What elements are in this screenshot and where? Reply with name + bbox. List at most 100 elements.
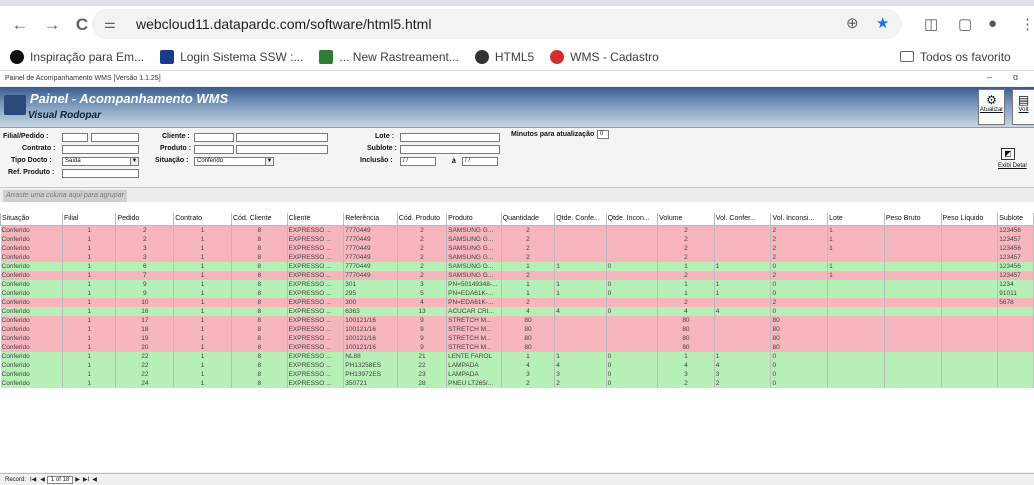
table-cell[interactable]: 8: [231, 288, 288, 298]
table-cell[interactable]: Conferido: [0, 243, 63, 253]
table-cell[interactable]: 1: [173, 369, 232, 379]
column-header[interactable]: Situação: [0, 213, 63, 226]
minutos-input[interactable]: 0: [597, 130, 609, 139]
table-cell[interactable]: 350721: [343, 378, 398, 388]
table-cell[interactable]: 100121/16: [343, 324, 398, 334]
table-cell[interactable]: 80: [770, 324, 829, 334]
table-cell[interactable]: 8: [231, 378, 288, 388]
table-cell[interactable]: 80: [501, 342, 556, 352]
table-cell[interactable]: 8: [231, 333, 288, 343]
table-cell[interactable]: 1: [62, 234, 117, 244]
table-cell[interactable]: 1: [554, 261, 607, 271]
table-cell[interactable]: [884, 369, 942, 379]
table-cell[interactable]: 1: [62, 324, 117, 334]
table-row[interactable]: Conferido 1 19 1 8 EXPRESSO ... 100121/16 9 STRE…: [0, 333, 1034, 343]
table-row[interactable]: Conferido 1 20 1 8 EXPRESSO ... 100121/16 9 STRE…: [0, 342, 1034, 352]
table-cell[interactable]: 9: [115, 288, 175, 298]
table-cell[interactable]: 8: [231, 234, 288, 244]
table-cell[interactable]: 8: [231, 243, 288, 253]
table-cell[interactable]: Conferido: [0, 270, 63, 280]
zoom-icon[interactable]: ⊕: [846, 14, 859, 32]
table-cell[interactable]: 1: [173, 324, 232, 334]
table-cell[interactable]: 0: [770, 369, 829, 379]
table-cell[interactable]: LAMPADA: [446, 369, 502, 379]
table-cell[interactable]: [554, 243, 607, 253]
table-cell[interactable]: EXPRESSO ...: [287, 270, 345, 280]
table-cell[interactable]: 8: [231, 315, 288, 325]
table-cell[interactable]: 4: [501, 306, 556, 316]
table-row[interactable]: Conferido 1 22 1 8 EXPRESSO ... PH13258ES 22 LAM…: [0, 360, 1034, 370]
table-cell[interactable]: 8: [231, 261, 288, 271]
table-cell[interactable]: [714, 324, 772, 334]
table-cell[interactable]: PH13972ES: [343, 369, 398, 379]
table-cell[interactable]: [827, 306, 885, 316]
table-cell[interactable]: 80: [501, 315, 556, 325]
table-cell[interactable]: [884, 243, 942, 253]
table-cell[interactable]: [714, 270, 772, 280]
table-cell[interactable]: 1: [554, 279, 607, 289]
table-cell[interactable]: [827, 360, 885, 370]
table-cell[interactable]: Conferido: [0, 225, 63, 235]
table-cell[interactable]: [884, 315, 942, 325]
table-cell[interactable]: [827, 279, 885, 289]
table-cell[interactable]: 1: [62, 369, 117, 379]
table-cell[interactable]: 8: [231, 369, 288, 379]
table-cell[interactable]: 0: [606, 360, 659, 370]
column-header[interactable]: Contrato: [173, 213, 232, 226]
table-cell[interactable]: 2: [501, 243, 556, 253]
table-cell[interactable]: 295: [343, 288, 398, 298]
table-cell[interactable]: EXPRESSO ...: [287, 324, 345, 334]
table-cell[interactable]: 100121/16: [343, 333, 398, 343]
table-cell[interactable]: [827, 288, 885, 298]
table-cell[interactable]: 80: [657, 342, 715, 352]
table-cell[interactable]: 13: [397, 306, 448, 316]
table-cell[interactable]: EXPRESSO ...: [287, 342, 345, 352]
table-cell[interactable]: [941, 369, 999, 379]
bookmark-folder[interactable]: Todos os favorito: [900, 50, 1011, 64]
table-cell[interactable]: [997, 360, 1034, 370]
table-cell[interactable]: 0: [606, 351, 659, 361]
table-cell[interactable]: 100121/16: [343, 342, 398, 352]
table-cell[interactable]: 0: [770, 288, 829, 298]
table-cell[interactable]: 3: [501, 369, 556, 379]
table-cell[interactable]: [941, 270, 999, 280]
table-cell[interactable]: 4: [397, 297, 448, 307]
table-cell[interactable]: 1: [62, 252, 117, 262]
table-cell[interactable]: 1: [62, 225, 117, 235]
table-cell[interactable]: [606, 297, 659, 307]
table-cell[interactable]: 1: [173, 306, 232, 316]
table-cell[interactable]: 0: [606, 279, 659, 289]
table-cell[interactable]: 123457: [997, 252, 1034, 262]
table-cell[interactable]: Conferido: [0, 351, 63, 361]
table-cell[interactable]: [941, 297, 999, 307]
table-cell[interactable]: 22: [397, 360, 448, 370]
bookmark-item[interactable]: ... New Rastreament...: [319, 49, 459, 64]
table-cell[interactable]: 1: [173, 225, 232, 235]
table-cell[interactable]: 1: [554, 288, 607, 298]
table-cell[interactable]: 80: [501, 324, 556, 334]
table-cell[interactable]: SAMSUNG G...: [446, 270, 502, 280]
table-cell[interactable]: 7: [115, 270, 175, 280]
table-cell[interactable]: 8: [231, 270, 288, 280]
table-cell[interactable]: LENTE FAROL: [446, 351, 502, 361]
table-cell[interactable]: [884, 261, 942, 271]
table-cell[interactable]: 2: [501, 252, 556, 262]
table-cell[interactable]: 301: [343, 279, 398, 289]
table-cell[interactable]: [554, 342, 607, 352]
column-header[interactable]: Qtde. Confe...: [554, 213, 607, 226]
table-cell[interactable]: 9: [397, 315, 448, 325]
table-cell[interactable]: 1: [173, 288, 232, 298]
table-cell[interactable]: [997, 315, 1034, 325]
table-cell[interactable]: 1: [173, 261, 232, 271]
table-cell[interactable]: 7770449: [343, 261, 398, 271]
table-cell[interactable]: 1: [501, 351, 556, 361]
table-cell[interactable]: 2: [657, 252, 715, 262]
column-header[interactable]: Vol. Confer...: [713, 213, 772, 226]
table-cell[interactable]: 2: [501, 297, 556, 307]
cliente-name-input[interactable]: [236, 133, 328, 142]
table-cell[interactable]: 1: [62, 351, 117, 361]
bookmark-item[interactable]: Inspiração para Em...: [10, 49, 144, 64]
table-cell[interactable]: 1: [173, 270, 232, 280]
url-text[interactable]: webcloud11.datapardc.com/software/html5.…: [136, 16, 431, 32]
table-cell[interactable]: [997, 324, 1034, 334]
